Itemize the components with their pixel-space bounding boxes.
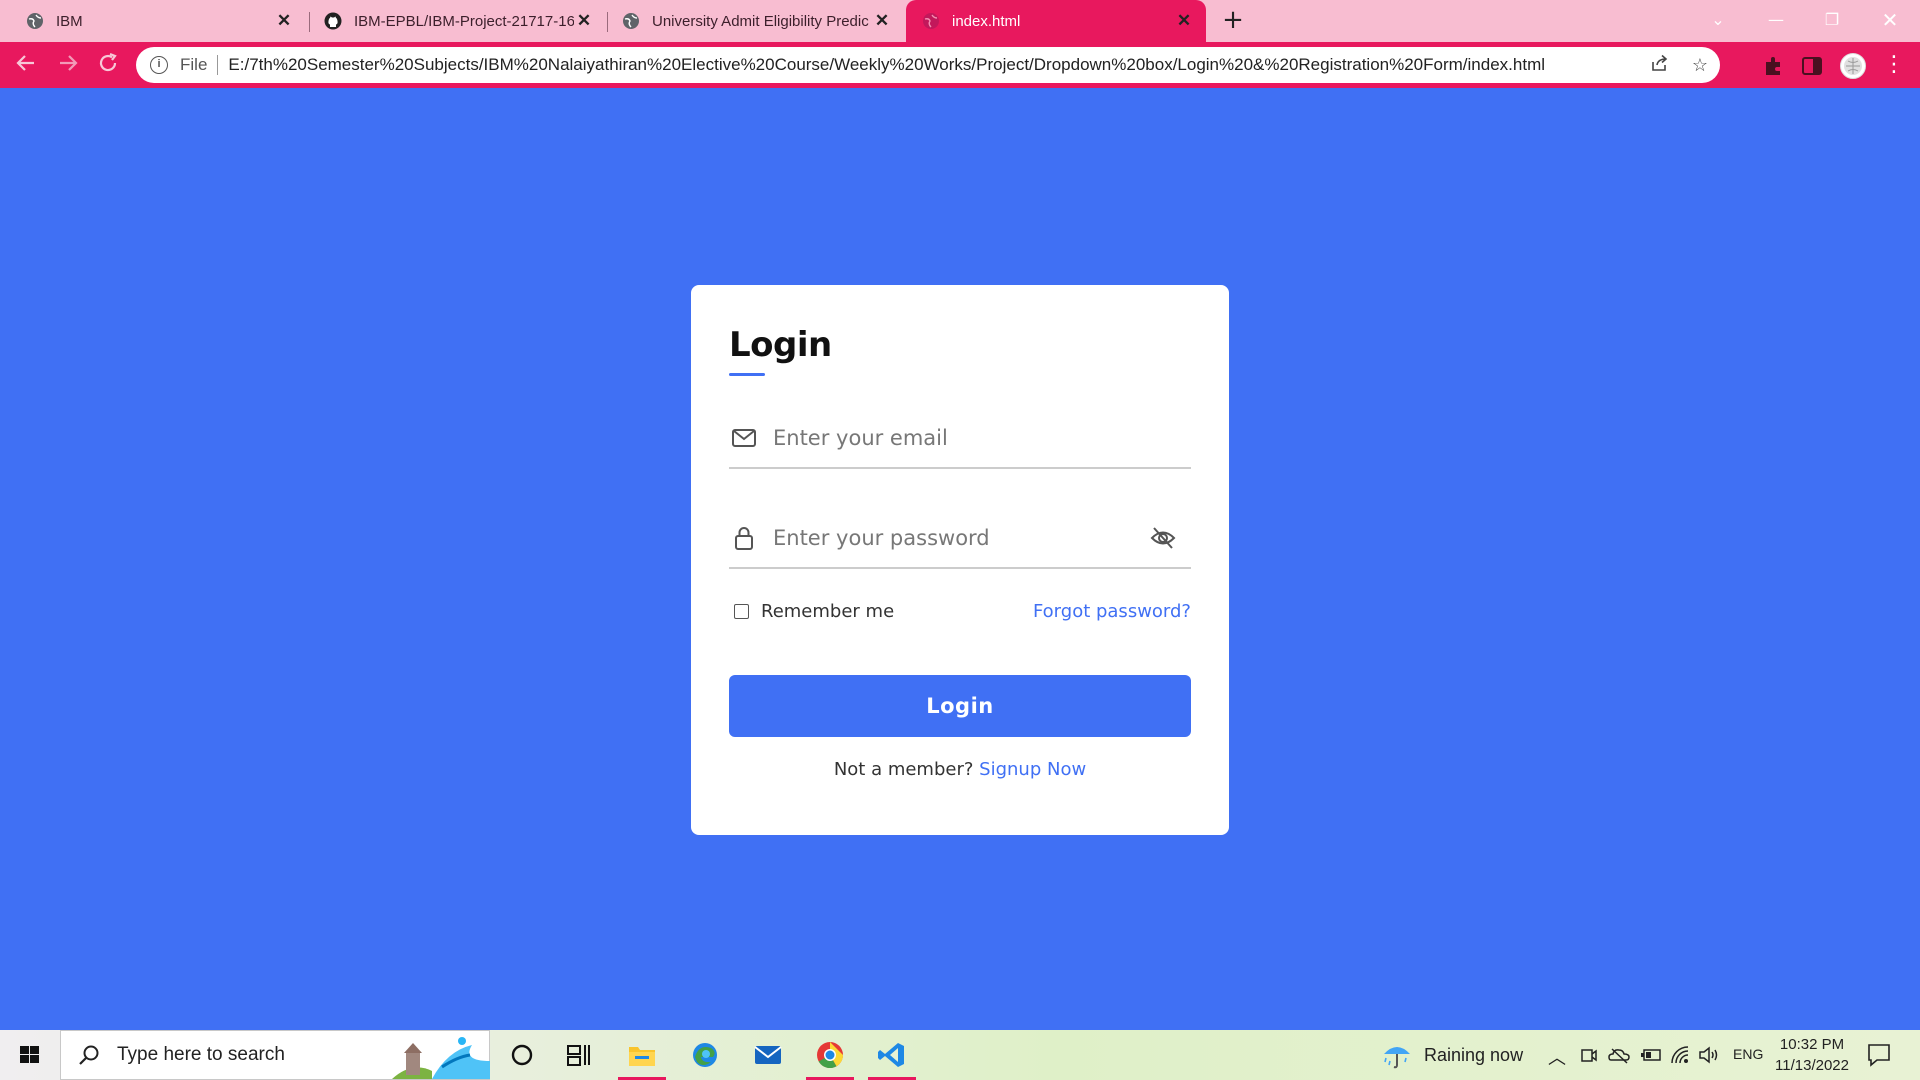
taskbar-clock[interactable]: 10:32 PM 11/13/2022 — [1762, 1034, 1862, 1076]
share-icon[interactable] — [1640, 53, 1680, 78]
signup-prompt: Not a member? Signup Now — [691, 759, 1229, 780]
login-button[interactable]: Login — [729, 675, 1191, 737]
back-button[interactable] — [12, 51, 40, 79]
lock-icon — [735, 527, 753, 550]
tab-title: IBM-EPBL/IBM-Project-21717-16 — [354, 12, 574, 30]
info-icon[interactable]: i — [150, 56, 168, 74]
remember-label: Remember me — [761, 600, 895, 622]
envelope-icon — [732, 429, 756, 447]
windows-taskbar: Type here to search Raining now ︿ ENG 10… — [0, 1030, 1920, 1080]
close-icon[interactable]: ✕ — [1174, 11, 1194, 31]
rain-umbrella-icon — [1384, 1047, 1410, 1069]
divider — [217, 55, 219, 75]
meet-now-icon[interactable] — [1580, 1046, 1598, 1064]
restore-button[interactable]: ❐ — [1804, 0, 1860, 42]
file-explorer-icon[interactable] — [626, 1040, 658, 1070]
menu-icon[interactable]: ⋮ — [1880, 51, 1908, 79]
tab-title: University Admit Eligibility Predic — [652, 12, 869, 30]
close-icon[interactable]: ✕ — [274, 11, 294, 31]
battery-icon[interactable] — [1640, 1047, 1662, 1063]
chevron-up-icon[interactable]: ︿ — [1548, 1044, 1566, 1070]
form-options: Remember me Forgot password? — [729, 596, 1191, 626]
reload-icon — [99, 52, 117, 72]
profile-avatar[interactable] — [1840, 53, 1866, 79]
close-icon[interactable]: ✕ — [574, 11, 594, 31]
arrow-left-icon — [16, 55, 34, 71]
notification-icon[interactable] — [1866, 1042, 1892, 1068]
task-view-icon[interactable] — [562, 1040, 594, 1070]
close-icon[interactable]: ✕ — [872, 11, 892, 31]
tab-github-project[interactable]: IBM-EPBL/IBM-Project-21717-16 ✕ — [310, 0, 606, 42]
search-highlight-illustration — [392, 1037, 490, 1079]
form-title: Login — [729, 325, 832, 365]
browser-toolbar: i File E:/7th%20Semester%20Subjects/IBM%… — [0, 42, 1920, 88]
forward-button[interactable] — [54, 51, 82, 79]
language-indicator[interactable]: ENG — [1733, 1046, 1763, 1062]
url-text[interactable]: E:/7th%20Semester%20Subjects/IBM%20Nalai… — [228, 55, 1640, 75]
remember-me[interactable]: Remember me — [729, 601, 894, 622]
search-icon — [79, 1045, 99, 1065]
email-input[interactable] — [773, 426, 1191, 450]
star-icon[interactable]: ☆ — [1680, 55, 1720, 76]
mail-icon[interactable] — [752, 1040, 784, 1070]
address-bar[interactable]: i File E:/7th%20Semester%20Subjects/IBM%… — [136, 47, 1720, 83]
tab-index-html[interactable]: index.html ✕ — [906, 0, 1206, 42]
clock-date: 11/13/2022 — [1775, 1057, 1849, 1074]
edge-icon[interactable] — [689, 1040, 721, 1070]
tab-search-icon[interactable]: ⌄ — [1690, 0, 1746, 42]
chrome-icon[interactable] — [814, 1040, 846, 1070]
browser-tabstrip: IBM ✕ IBM-EPBL/IBM-Project-21717-16 ✕ Un… — [0, 0, 1920, 42]
password-input[interactable] — [773, 526, 1149, 550]
tab-ibm[interactable]: IBM ✕ — [0, 0, 306, 42]
signup-link[interactable]: Signup Now — [979, 759, 1086, 780]
tab-university-admit[interactable]: University Admit Eligibility Predic ✕ — [608, 0, 904, 42]
windows-start-icon[interactable] — [0, 1030, 60, 1080]
weather-widget[interactable]: Raining now — [1380, 1040, 1523, 1070]
globe-icon — [923, 13, 939, 29]
close-window-button[interactable]: ✕ — [1862, 0, 1918, 42]
clock-time: 10:32 PM — [1779, 1036, 1845, 1053]
puzzle-icon[interactable] — [1762, 54, 1786, 78]
onedrive-icon[interactable] — [1608, 1046, 1630, 1064]
new-tab-button[interactable]: + — [1218, 6, 1248, 36]
signup-prompt-text: Not a member? — [833, 759, 974, 780]
search-placeholder: Type here to search — [117, 1044, 285, 1065]
scheme-label: File — [180, 55, 208, 74]
globe-icon — [27, 13, 43, 29]
github-icon — [324, 12, 342, 30]
arrow-right-icon — [60, 55, 78, 71]
minimize-button[interactable]: — — [1748, 0, 1804, 42]
cortana-icon[interactable] — [506, 1040, 538, 1070]
tab-title: index.html — [952, 12, 1021, 30]
page-content: Login Remember me Forgot password? Login… — [0, 88, 1920, 1030]
remember-checkbox[interactable] — [734, 603, 749, 619]
wifi-icon[interactable] — [1670, 1045, 1690, 1065]
eye-off-icon[interactable] — [1149, 524, 1177, 552]
vscode-icon[interactable] — [876, 1040, 908, 1070]
reload-button[interactable] — [94, 51, 122, 79]
title-underline — [729, 373, 765, 376]
email-field — [729, 409, 1191, 469]
globe-icon — [623, 13, 639, 29]
login-card: Login Remember me Forgot password? Login… — [691, 285, 1229, 835]
password-field — [729, 509, 1191, 569]
weather-text: Raining now — [1424, 1044, 1524, 1065]
volume-icon[interactable] — [1698, 1045, 1720, 1065]
forgot-password-link[interactable]: Forgot password? — [1033, 601, 1191, 622]
sidepanel-icon[interactable] — [1800, 54, 1824, 78]
tab-title: IBM — [56, 12, 83, 30]
